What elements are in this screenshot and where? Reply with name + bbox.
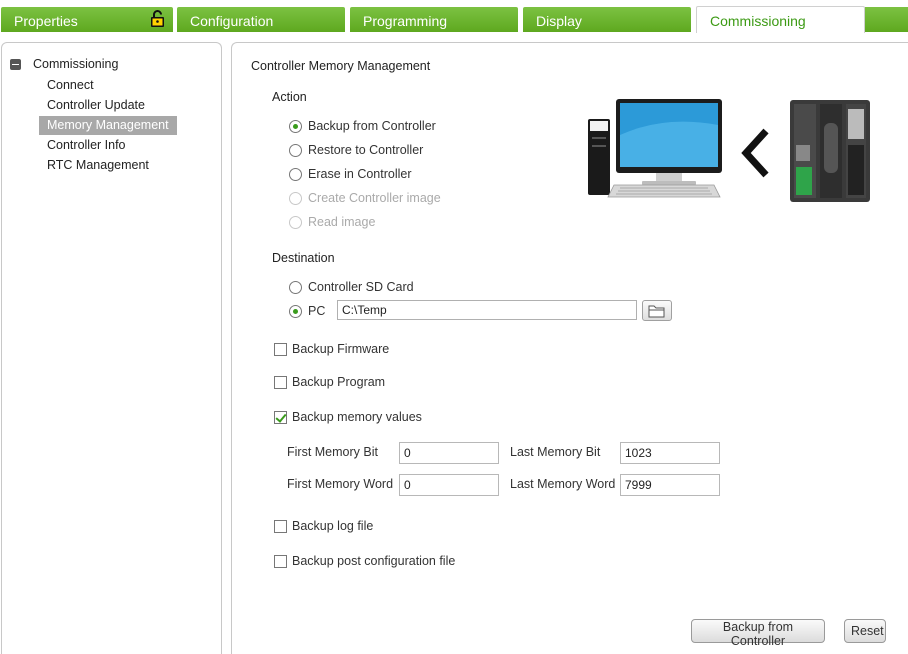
destination-path-input[interactable]: [337, 300, 637, 320]
tab-properties[interactable]: Properties: [1, 7, 173, 32]
radio-indicator[interactable]: [289, 119, 302, 133]
radio-backup-from-controller[interactable]: Backup from Controller: [289, 117, 436, 135]
radio-indicator: [289, 191, 302, 205]
radio-pc[interactable]: PC: [289, 302, 325, 320]
checkbox-indicator[interactable]: [274, 375, 287, 389]
tree-item-rtc-management[interactable]: RTC Management: [39, 156, 157, 175]
checkbox-backup-log-file[interactable]: Backup log file: [274, 517, 373, 535]
radio-indicator[interactable]: [289, 143, 302, 157]
last-memory-word-label: Last Memory Word: [510, 477, 616, 491]
radio-indicator[interactable]: [289, 167, 302, 181]
collapse-icon[interactable]: [10, 58, 21, 70]
tab-display[interactable]: Display: [523, 7, 691, 32]
checkbox-indicator[interactable]: [274, 410, 287, 424]
checkbox-backup-program[interactable]: Backup Program: [274, 373, 385, 391]
checkbox-backup-post-configuration-file[interactable]: Backup post configuration file: [274, 552, 455, 570]
tab-configuration[interactable]: Configuration: [177, 7, 345, 32]
backup-illustration: [588, 99, 870, 202]
folder-icon: [648, 305, 665, 317]
radio-indicator: [289, 215, 302, 229]
radio-indicator[interactable]: [289, 280, 302, 294]
backup-from-controller-button[interactable]: Backup from Controller: [691, 619, 825, 648]
radio-restore-to-controller[interactable]: Restore to Controller: [289, 141, 423, 159]
checkbox-indicator[interactable]: [274, 519, 287, 533]
radio-controller-sd-card[interactable]: Controller SD Card: [289, 278, 414, 296]
destination-group-label: Destination: [272, 251, 335, 265]
tree-item-connect[interactable]: Connect: [39, 76, 102, 95]
page-title: Controller Memory Management: [251, 59, 431, 73]
tree-item-memory-management[interactable]: Memory Management: [39, 116, 177, 135]
first-memory-word-label: First Memory Word: [287, 477, 394, 491]
navigation-tree: Commissioning Connect Controller Update …: [1, 42, 222, 654]
last-memory-bit-input[interactable]: [620, 442, 720, 464]
radio-erase-in-controller[interactable]: Erase in Controller: [289, 165, 412, 183]
last-memory-bit-label: Last Memory Bit: [510, 445, 601, 459]
reset-button[interactable]: Reset: [844, 619, 886, 643]
tab-commissioning[interactable]: Commissioning: [696, 6, 865, 33]
tab-programming[interactable]: Programming: [350, 7, 518, 32]
first-memory-word-input[interactable]: [399, 474, 499, 496]
browse-folder-button[interactable]: [642, 300, 672, 321]
checkbox-indicator[interactable]: [274, 342, 287, 356]
computer-illustration: [588, 99, 722, 198]
arrow-left-icon: [741, 128, 769, 178]
first-memory-bit-input[interactable]: [399, 442, 499, 464]
controller-device-illustration: [790, 100, 870, 202]
last-memory-word-input[interactable]: [620, 474, 720, 496]
radio-create-controller-image: Create Controller image: [289, 189, 441, 207]
tab-bar-filler: [865, 7, 908, 32]
memory-management-panel: Controller Memory Management Action Back…: [231, 42, 908, 654]
lock-icon: [151, 10, 164, 27]
checkbox-backup-firmware[interactable]: Backup Firmware: [274, 340, 389, 358]
tab-bar: Properties Configuration Programming Dis…: [0, 0, 908, 33]
checkbox-backup-memory-values[interactable]: Backup memory values: [274, 408, 422, 426]
radio-indicator[interactable]: [289, 304, 302, 318]
tree-item-controller-info[interactable]: Controller Info: [39, 136, 134, 155]
checkbox-indicator[interactable]: [274, 554, 287, 568]
tree-root-commissioning[interactable]: Commissioning: [10, 57, 118, 71]
first-memory-bit-label: First Memory Bit: [287, 445, 378, 459]
tree-item-controller-update[interactable]: Controller Update: [39, 96, 153, 115]
radio-read-image: Read image: [289, 213, 375, 231]
action-group-label: Action: [272, 90, 307, 104]
